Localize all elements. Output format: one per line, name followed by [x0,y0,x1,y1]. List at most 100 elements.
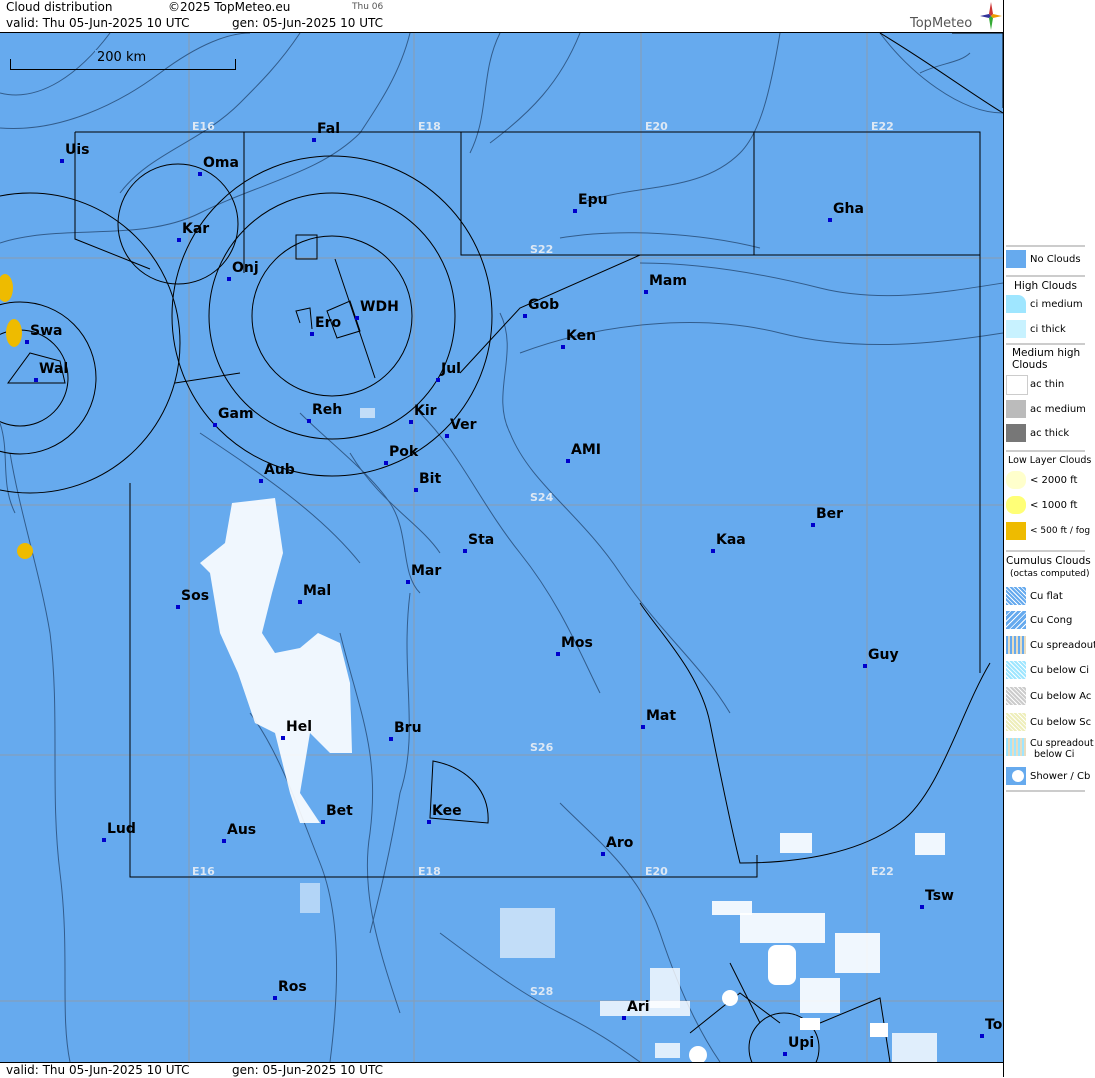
city-dot-icon [463,549,467,553]
no-clouds-swatch [1006,250,1026,268]
city-label: Gob [528,297,560,313]
legend-label: Cu spreadout [1030,640,1095,651]
city-label: Epu [578,192,608,208]
city-dot-icon [102,838,106,842]
legend-separator [1006,450,1085,452]
city-dot-icon [920,905,924,909]
legend-label: ac thick [1030,428,1070,439]
ci-thick-swatch [1006,320,1026,338]
city-dot-icon [273,996,277,1000]
city-dot-icon [312,138,316,142]
cloud-map[interactable]: 200 km E16 E18 E20 E22 S22 S24 S26 S28 E16 E18 E20… [0,33,1003,1062]
legend-label: < 1000 ft [1030,500,1078,511]
city-label: Kir [414,403,437,419]
city-label: Jul [441,361,461,377]
city-dot-icon [711,549,715,553]
city-dot-icon [622,1016,626,1020]
city-label: Bit [419,471,442,487]
legend-label: ci medium [1030,299,1083,310]
cu-spreadout-below-ci-swatch [1006,738,1026,756]
low-cloud-patches [0,274,33,559]
city-label: Bru [394,720,422,736]
city-label: Kaa [716,532,746,548]
scale-bar: 200 km [10,50,236,70]
city-dot-icon [310,332,314,336]
copyright: ©2025 TopMeteo.eu [168,0,291,14]
city-label: AMI [571,442,601,458]
city-label: Mal [303,583,332,599]
grid-label: E18 [418,865,441,878]
scale-label: 200 km [95,50,149,65]
legend-label: Cu below Ac [1030,691,1092,702]
topmeteo-logo: TopMeteo [910,16,972,31]
legend-label: < 500 ft / fog [1030,526,1091,536]
city-label: To [985,1017,1003,1033]
legend-cumulus-title: Cumulus Clouds [1006,555,1091,567]
low-2000-swatch [1006,471,1026,489]
grid-label: S24 [530,491,554,504]
city-dot-icon [409,420,413,424]
legend-label: Cu below Ci [1030,665,1090,676]
city-dot-icon [227,277,231,281]
city-dot-icon [980,1034,984,1038]
city-dot-icon [427,820,431,824]
legend-label: Cu flat [1030,591,1063,602]
legend-separator [1006,343,1085,345]
city-label: Oma [203,155,239,171]
city-label: Sos [181,588,210,604]
city-dot-icon [828,218,832,222]
city-dot-icon [307,419,311,423]
legend-label: ac thin [1030,379,1065,390]
city-label: Gha [833,201,864,217]
grid-label: E16 [192,120,215,133]
city-dot-icon [176,605,180,609]
city-dot-icon [414,488,418,492]
ac-thin-swatch [1006,375,1028,395]
legend-label: < 2000 ft [1030,475,1078,486]
ci-medium-swatch [1006,295,1026,313]
product-title: Cloud distribution [6,0,113,14]
ac-medium-swatch [1006,400,1026,418]
cu-below-sc-swatch [1006,713,1026,731]
city-label: Ber [816,506,844,522]
legend-high-title: High Clouds [1014,280,1077,292]
cu-below-ac-swatch [1006,687,1026,705]
city-dot-icon [34,378,38,382]
city-dot-icon [436,378,440,382]
city-label: Aub [264,462,295,478]
city-label: Kar [182,221,210,237]
legend-label: ac medium [1030,404,1086,415]
city-dot-icon [389,737,393,741]
city-dot-icon [601,852,605,856]
city-dot-icon [198,172,202,176]
cu-spreadout-swatch [1006,636,1026,654]
city-dot-icon [355,316,359,320]
city-dot-icon [556,652,560,656]
low-1000-swatch [1006,496,1026,514]
grid-label: E20 [645,865,668,878]
footer-valid-time: valid: Thu 05-Jun-2025 10 UTC [6,1063,190,1077]
city-dot-icon [384,461,388,465]
city-label: Bet [326,803,353,819]
city-label: Mar [411,563,442,579]
grid-label: S28 [530,985,554,998]
cloud-legend: No Clouds High Clouds ci medium ci thick… [1003,0,1095,1077]
cu-cong-swatch [1006,611,1026,629]
city-dot-icon [259,479,263,483]
city-label: Ver [450,417,477,433]
legend-label: No Clouds [1030,254,1081,265]
city-label: Onj [232,260,259,276]
grid-label: E20 [645,120,668,133]
grid-label: E22 [871,120,894,133]
city-dot-icon [641,725,645,729]
map-footer: valid: Thu 05-Jun-2025 10 UTC gen: 05-Ju… [0,1062,1003,1078]
city-dot-icon [811,523,815,527]
map-layer [0,33,1003,1062]
city-dot-icon [177,238,181,242]
footer-generated-time: gen: 05-Jun-2025 10 UTC [232,1063,384,1077]
valid-time: valid: Thu 05-Jun-2025 10 UTC [6,16,190,30]
lat-lon-grid [0,33,1003,1062]
low-500-swatch [1006,522,1026,540]
city-label: Mos [561,635,593,651]
city-dot-icon [25,340,29,344]
